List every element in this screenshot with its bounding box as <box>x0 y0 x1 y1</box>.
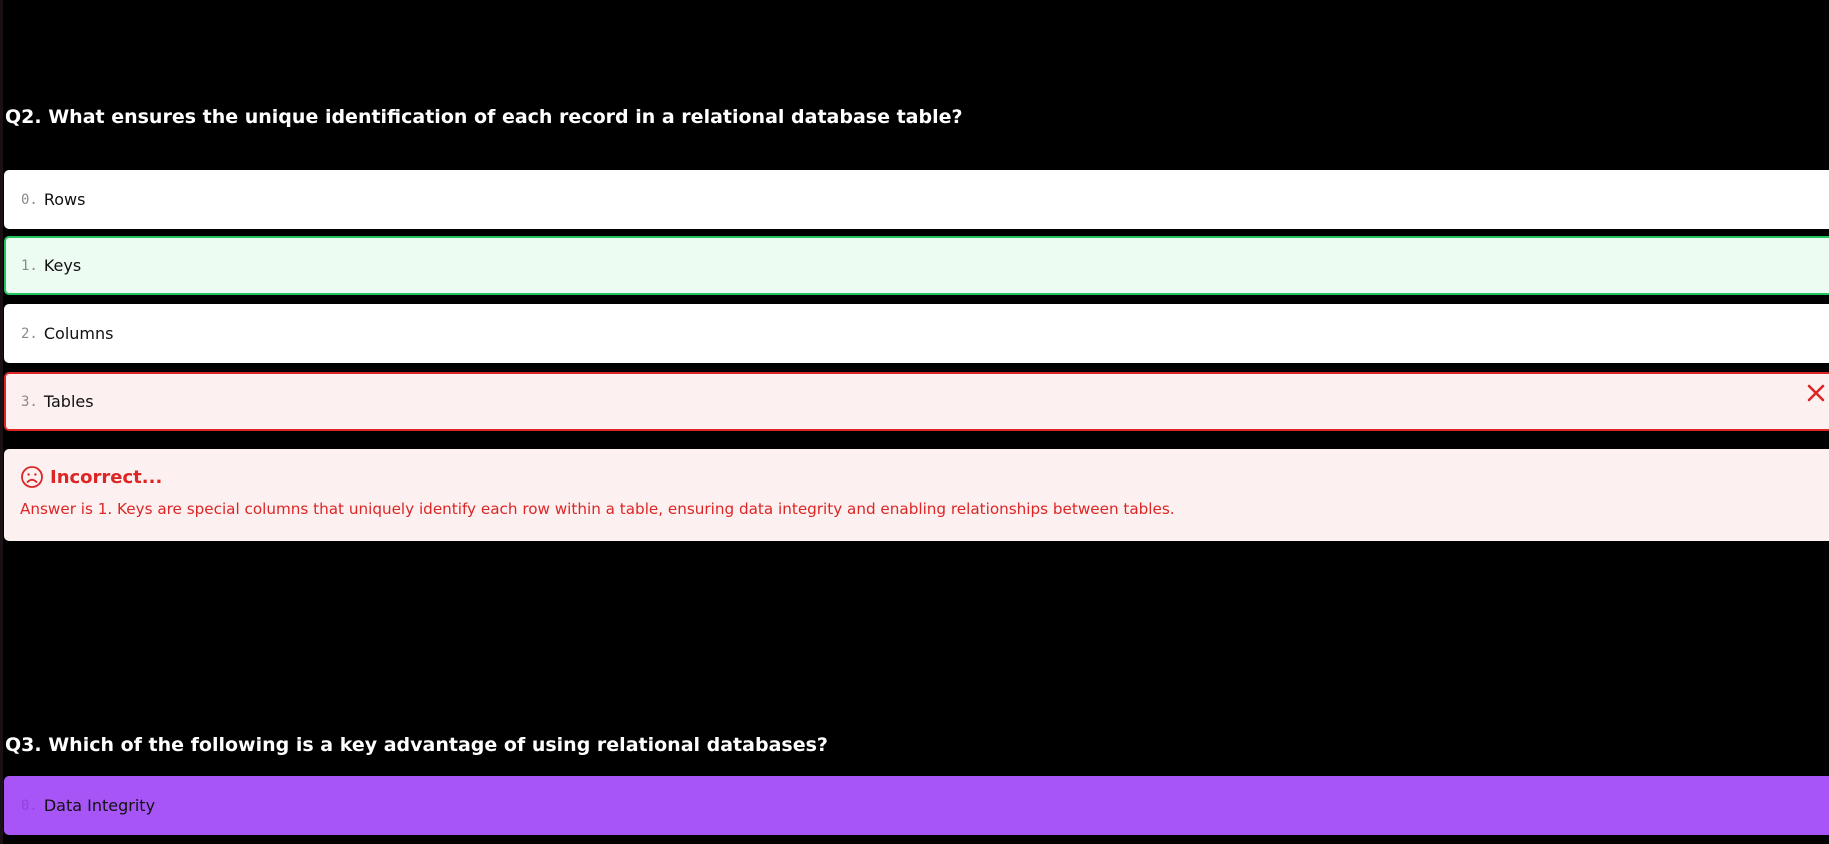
q2-option-3-wrong[interactable]: 3. Tables <box>4 372 1829 431</box>
feedback-explanation: Answer is 1. Keys are special columns th… <box>20 500 1175 518</box>
option-label: Keys <box>43 256 82 275</box>
close-icon <box>1807 384 1825 402</box>
q2-option-1-correct[interactable]: 1. Keys <box>4 236 1829 295</box>
question-3-title: Q3. Which of the following is a key adva… <box>5 734 828 756</box>
sad-face-icon <box>21 466 43 488</box>
option-index: 3. <box>21 393 38 410</box>
option-label: Tables <box>43 392 94 411</box>
feedback-header: Incorrect... <box>20 465 1829 489</box>
option-label: Columns <box>43 324 114 343</box>
q3-option-0-selected[interactable]: 0. Data Integrity <box>4 776 1829 835</box>
quiz-page: Q2. What ensures the unique identificati… <box>0 0 1829 844</box>
option-index: 0. <box>21 797 38 814</box>
option-index: 2. <box>21 325 38 342</box>
feedback-heading: Incorrect... <box>50 466 163 488</box>
question-2-title: Q2. What ensures the unique identificati… <box>5 106 963 128</box>
option-label: Rows <box>43 190 86 209</box>
q2-option-2[interactable]: 2. Columns <box>4 304 1829 363</box>
q2-option-0[interactable]: 0. Rows <box>4 170 1829 229</box>
feedback-panel: Incorrect... Answer is 1. Keys are speci… <box>4 449 1829 541</box>
option-label: Data Integrity <box>43 796 156 815</box>
left-edge-strip <box>0 0 3 844</box>
option-index: 1. <box>21 257 38 274</box>
option-index: 0. <box>21 191 38 208</box>
